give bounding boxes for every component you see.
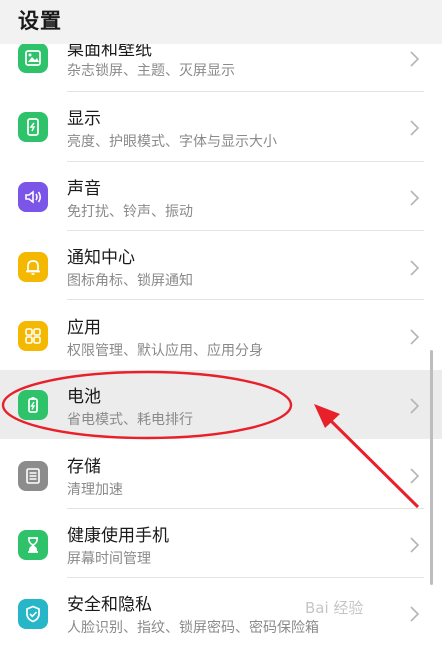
chevron-right-icon	[410, 398, 420, 414]
sound-icon	[18, 182, 48, 212]
chevron-right-icon	[410, 260, 420, 276]
item-subtitle: 省电模式、耗电排行	[67, 412, 193, 428]
chevron-right-icon	[410, 51, 420, 67]
chevron-right-icon	[410, 120, 420, 136]
settings-item-sound[interactable]: 声音 免打扰、铃声、振动	[0, 162, 442, 231]
settings-item-storage[interactable]: 存储 清理加速	[0, 440, 442, 509]
storage-icon	[18, 461, 48, 491]
item-title: 通知中心	[67, 248, 135, 268]
chevron-right-icon	[410, 537, 420, 553]
item-title: 安全和隐私	[67, 595, 152, 615]
item-subtitle: 人脸识别、指纹、锁屏密码、密码保险箱	[67, 620, 319, 636]
settings-item-apps[interactable]: 应用 权限管理、默认应用、应用分身	[0, 300, 442, 369]
shield-icon	[18, 599, 48, 629]
item-subtitle: 亮度、护眼模式、字体与显示大小	[67, 134, 277, 150]
item-subtitle: 图标角标、锁屏通知	[67, 273, 193, 289]
app-header: 设置	[0, 0, 442, 44]
watermark: Bai 经验	[305, 599, 364, 617]
notification-bell-icon	[18, 252, 48, 282]
settings-item-display[interactable]: 显示 亮度、护眼模式、字体与显示大小	[0, 93, 442, 162]
battery-icon	[18, 390, 48, 420]
chevron-right-icon	[410, 468, 420, 484]
item-title: 应用	[67, 318, 101, 338]
settings-item-security-privacy[interactable]: 安全和隐私 人脸识别、指纹、锁屏密码、密码保险箱	[0, 578, 442, 647]
settings-item-wallpaper[interactable]: 桌面和壁纸 杂志锁屏、主题、灭屏显示	[0, 44, 442, 92]
settings-list: 桌面和壁纸 杂志锁屏、主题、灭屏显示 显示 亮度、护眼模式、字体与显示大小 声音…	[0, 44, 442, 649]
item-subtitle: 清理加速	[67, 482, 123, 498]
item-subtitle: 免打扰、铃声、振动	[67, 204, 193, 220]
wallpaper-icon	[18, 44, 48, 73]
item-subtitle: 权限管理、默认应用、应用分身	[67, 343, 263, 359]
item-title: 健康使用手机	[67, 526, 169, 546]
settings-item-battery[interactable]: 电池 省电模式、耗电排行	[0, 370, 442, 439]
chevron-right-icon	[410, 190, 420, 206]
item-title: 桌面和壁纸	[67, 44, 152, 60]
item-title: 显示	[67, 109, 101, 129]
settings-item-digital-wellbeing[interactable]: 健康使用手机 屏幕时间管理	[0, 509, 442, 578]
apps-grid-icon	[18, 321, 48, 351]
item-title: 电池	[67, 387, 101, 407]
display-icon	[18, 112, 48, 142]
chevron-right-icon	[410, 329, 420, 345]
chevron-right-icon	[410, 606, 420, 622]
settings-item-notifications[interactable]: 通知中心 图标角标、锁屏通知	[0, 231, 442, 300]
item-subtitle: 杂志锁屏、主题、灭屏显示	[67, 63, 235, 79]
item-title: 存储	[67, 457, 101, 477]
item-subtitle: 屏幕时间管理	[67, 551, 151, 567]
hourglass-icon	[18, 530, 48, 560]
item-title: 声音	[67, 179, 101, 199]
divider	[67, 91, 424, 92]
scrollbar[interactable]	[430, 350, 433, 585]
page-title: 设置	[18, 9, 62, 33]
